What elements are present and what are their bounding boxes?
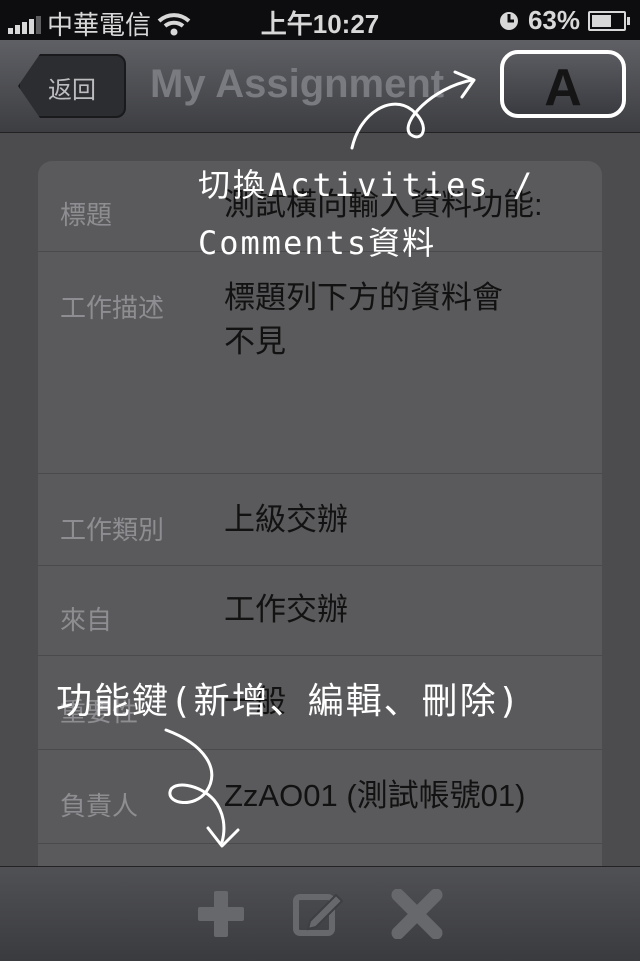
annotation-toolbar-functions: 功能鍵(新增、編輯、刪除) [56,681,522,722]
annotation-toggle-line1: 切換Activities / [198,166,536,204]
annotation-toggle-line2: Comments資料 [198,224,437,262]
annotation-arrows [164,70,476,848]
